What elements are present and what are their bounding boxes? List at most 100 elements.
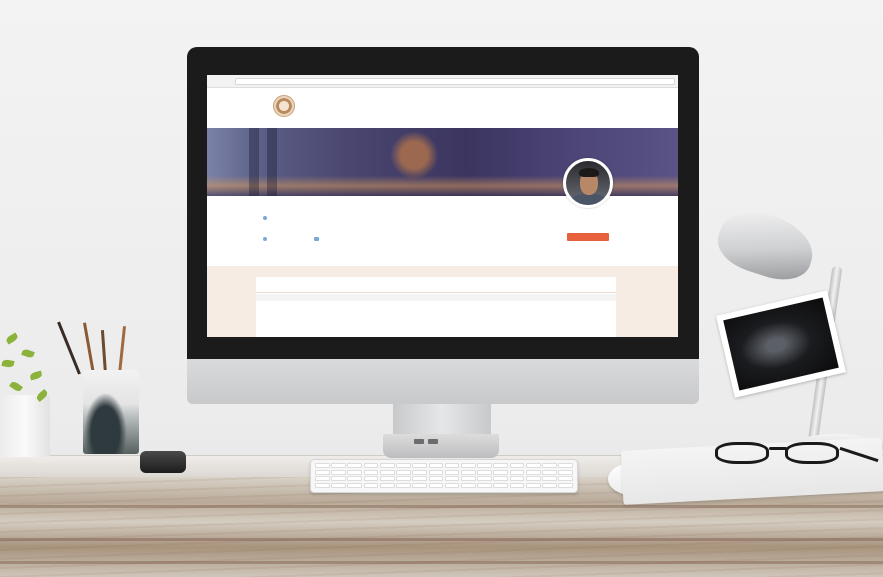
keyboard-key [412,469,428,475]
leaf-icon [5,332,19,345]
keyboard-key [444,476,460,481]
keyboard-key [542,469,557,475]
plant-pot [0,395,50,457]
desk-wood-grain [0,505,883,508]
banner-detail [267,128,277,196]
keyboard-key [396,482,411,488]
photo-print [716,290,846,398]
keyboard-key [428,476,444,481]
keyboard-key [460,482,476,488]
keyboard-key [493,469,509,475]
keyboard-key [525,469,541,475]
keyboard-key [493,482,509,488]
keyboard-key [477,482,492,488]
pencil [57,321,81,375]
pencil-cup [83,370,139,454]
avatar [563,158,613,208]
address-bar[interactable] [235,78,675,85]
keyboard-key [509,482,525,488]
site-header [207,88,678,128]
keyboard-key [460,469,476,475]
browser-toolbar [207,75,678,88]
keyboard-key [331,476,346,481]
monitor-foot [383,434,499,458]
keyboard-key [460,476,476,481]
keyboard-key [331,463,346,468]
site-logo[interactable] [273,95,295,117]
usb-port-icon [428,439,438,444]
keyboard-key [363,469,379,475]
keyboard-key [525,463,541,468]
section-divider [256,292,616,293]
eyeglasses [715,439,879,467]
keyboard-key [396,463,411,468]
keyboard-key [542,476,557,481]
monitor-chin [187,359,699,404]
keyboard-key [558,469,573,475]
keyboard-key [347,482,363,488]
desk-wood-grain [0,561,883,564]
binder-clip [140,451,186,473]
desk-wood-grain [0,538,883,541]
keyboard-key [396,476,411,481]
leaf-icon [29,370,43,381]
keyboard-key [477,463,492,468]
keyboard-key [493,463,509,468]
avatar-hair [579,168,599,177]
keyboard-key [379,482,395,488]
monitor-stand [393,404,491,436]
keyboard-key [379,463,395,468]
location-icon [263,216,267,220]
keyboard-key [315,463,330,468]
keyboard-key [379,469,395,475]
keyboard-key [558,476,573,481]
leaf-icon [1,359,15,368]
keyboard-key [347,469,363,475]
keyboard-key [363,476,379,481]
glasses-lens [785,442,839,464]
keyboard-key [558,482,573,488]
details-section [207,266,678,337]
keyboard-key [331,469,346,475]
keyboard-key [379,476,395,481]
keyboard-key [509,469,525,475]
keyboard-key [347,476,363,481]
keyboard-key [315,482,330,488]
leaf-icon [21,348,35,359]
keyboard-key [542,463,557,468]
keyboard-key [477,476,492,481]
table-header [256,294,616,301]
keyboard-key [428,482,444,488]
pencil [100,330,107,375]
glasses-lens [715,442,769,464]
phone-icon [263,237,267,241]
keyboard [310,459,578,493]
details-card [256,277,616,337]
profile-section [207,158,678,266]
avatar-shirt [570,194,608,205]
keyboard-key [331,482,346,488]
profile-action-button[interactable] [567,233,609,241]
keyboard-key [347,463,363,468]
keyboard-key [412,463,428,468]
pencil [118,326,127,375]
keyboard-key [558,463,573,468]
keyboard-key [315,469,330,475]
keyboard-key [444,463,460,468]
keyboard-key [363,482,379,488]
photo-image [723,297,839,391]
keyboard-key [412,482,428,488]
keyboard-key [396,469,411,475]
keyboard-key [460,463,476,468]
pencil [82,322,95,375]
keyboard-key [525,476,541,481]
keyboard-key [363,463,379,468]
banner-detail [249,128,259,196]
keyboard-key [477,469,492,475]
leaf-icon [9,380,23,393]
keyboard-key [509,476,525,481]
keyboard-key [315,476,330,481]
desk-lamp [711,201,821,289]
keyboard-key [525,482,541,488]
usb-port-icon [414,439,424,444]
